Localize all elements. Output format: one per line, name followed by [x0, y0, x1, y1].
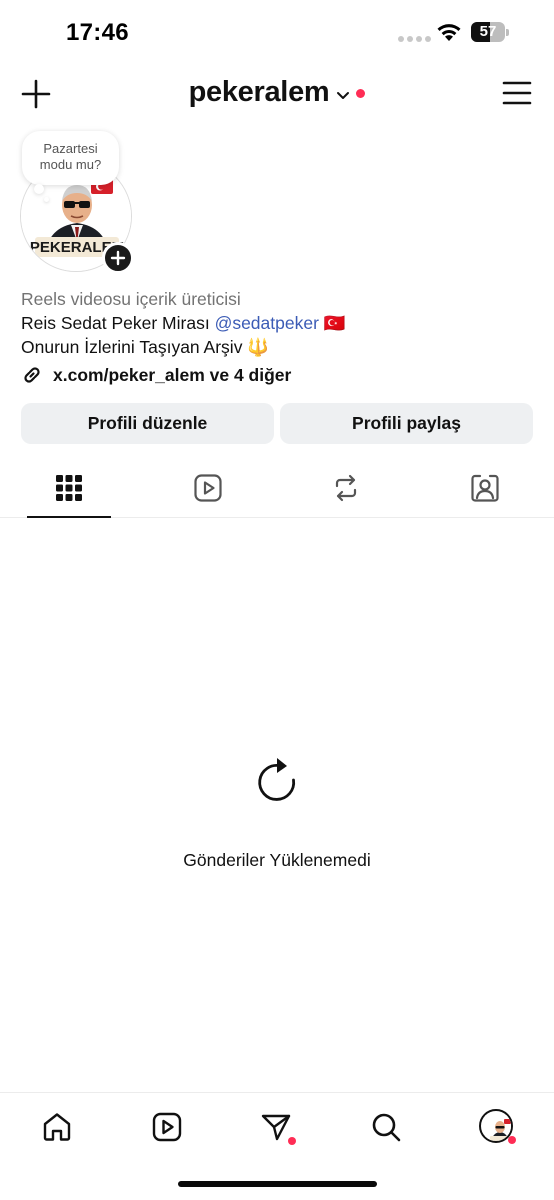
bio-link-text[interactable]: x.com/peker_alem ve 4 diğer — [53, 365, 291, 386]
profile-bio: Reels videosu içerik üreticisi Reis Seda… — [21, 287, 541, 359]
tagged-icon — [471, 474, 499, 502]
bottom-navigation — [0, 1092, 554, 1162]
nav-search[interactable] — [366, 1107, 406, 1147]
home-icon — [43, 1113, 71, 1141]
active-tab-indicator — [27, 516, 111, 518]
nav-profile[interactable] — [476, 1107, 516, 1147]
bio-link[interactable]: x.com/peker_alem ve 4 diğer — [21, 362, 291, 388]
note-tail — [34, 184, 44, 194]
direct-message-icon — [261, 1114, 291, 1141]
bio-line-2: Onurun İzlerini Taşıyan Arşiv 🔱 — [21, 335, 541, 359]
search-icon — [372, 1113, 401, 1142]
profile-tabs — [0, 462, 554, 518]
tab-reposts[interactable] — [277, 462, 415, 518]
trident-emoji: 🔱 — [247, 337, 270, 357]
username[interactable]: pekeralem — [189, 76, 330, 109]
notification-dot — [356, 89, 366, 98]
bio-line-1: Reis Sedat Peker Mirası @sedatpeker 🇹🇷 — [21, 311, 541, 335]
repost-icon — [335, 474, 357, 502]
battery-icon: 57 — [471, 22, 509, 42]
chevron-down-icon[interactable] — [335, 87, 351, 103]
nav-home[interactable] — [37, 1107, 77, 1147]
tab-posts[interactable] — [0, 462, 138, 518]
tab-reels[interactable] — [139, 462, 277, 518]
bio-category: Reels videosu içerik üreticisi — [21, 289, 241, 309]
bio-line-1-text: Reis Sedat Peker Mirası — [21, 313, 210, 333]
home-indicator — [178, 1181, 377, 1187]
notification-dot — [288, 1137, 296, 1145]
reels-icon — [194, 474, 222, 502]
battery-level: 57 — [479, 23, 497, 40]
status-time: 17:46 — [66, 19, 129, 46]
cellular-signal-icon — [398, 36, 431, 42]
share-profile-button[interactable]: Profili paylaş — [280, 403, 533, 444]
reels-icon — [152, 1112, 182, 1142]
plus-icon — [110, 250, 126, 266]
tab-tagged[interactable] — [416, 462, 554, 518]
edit-profile-button[interactable]: Profili düzenle — [21, 403, 274, 444]
status-bar: 17:46 57 — [0, 0, 554, 64]
nav-direct[interactable] — [256, 1107, 296, 1147]
error-message: Gönderiler Yüklenemedi — [183, 850, 371, 870]
turkey-flag-emoji: 🇹🇷 — [323, 313, 346, 333]
note-text: Pazartesi modu mu? — [39, 141, 102, 172]
wifi-icon — [437, 24, 461, 41]
account-switcher[interactable]: pekeralem — [0, 76, 554, 109]
grid-icon — [56, 475, 82, 501]
note-tail-small — [44, 197, 49, 202]
nav-reels[interactable] — [147, 1107, 187, 1147]
bio-line-2-text: Onurun İzlerini Taşıyan Arşiv — [21, 337, 243, 357]
menu-icon[interactable] — [502, 80, 532, 106]
note-bubble[interactable]: Pazartesi modu mu? — [22, 131, 119, 185]
add-story-button[interactable] — [102, 242, 134, 274]
mention-link[interactable]: @sedatpeker — [215, 313, 319, 333]
profile-header: pekeralem — [0, 68, 554, 122]
reload-icon[interactable] — [251, 756, 303, 808]
notification-dot — [508, 1136, 516, 1144]
link-icon — [24, 367, 40, 383]
